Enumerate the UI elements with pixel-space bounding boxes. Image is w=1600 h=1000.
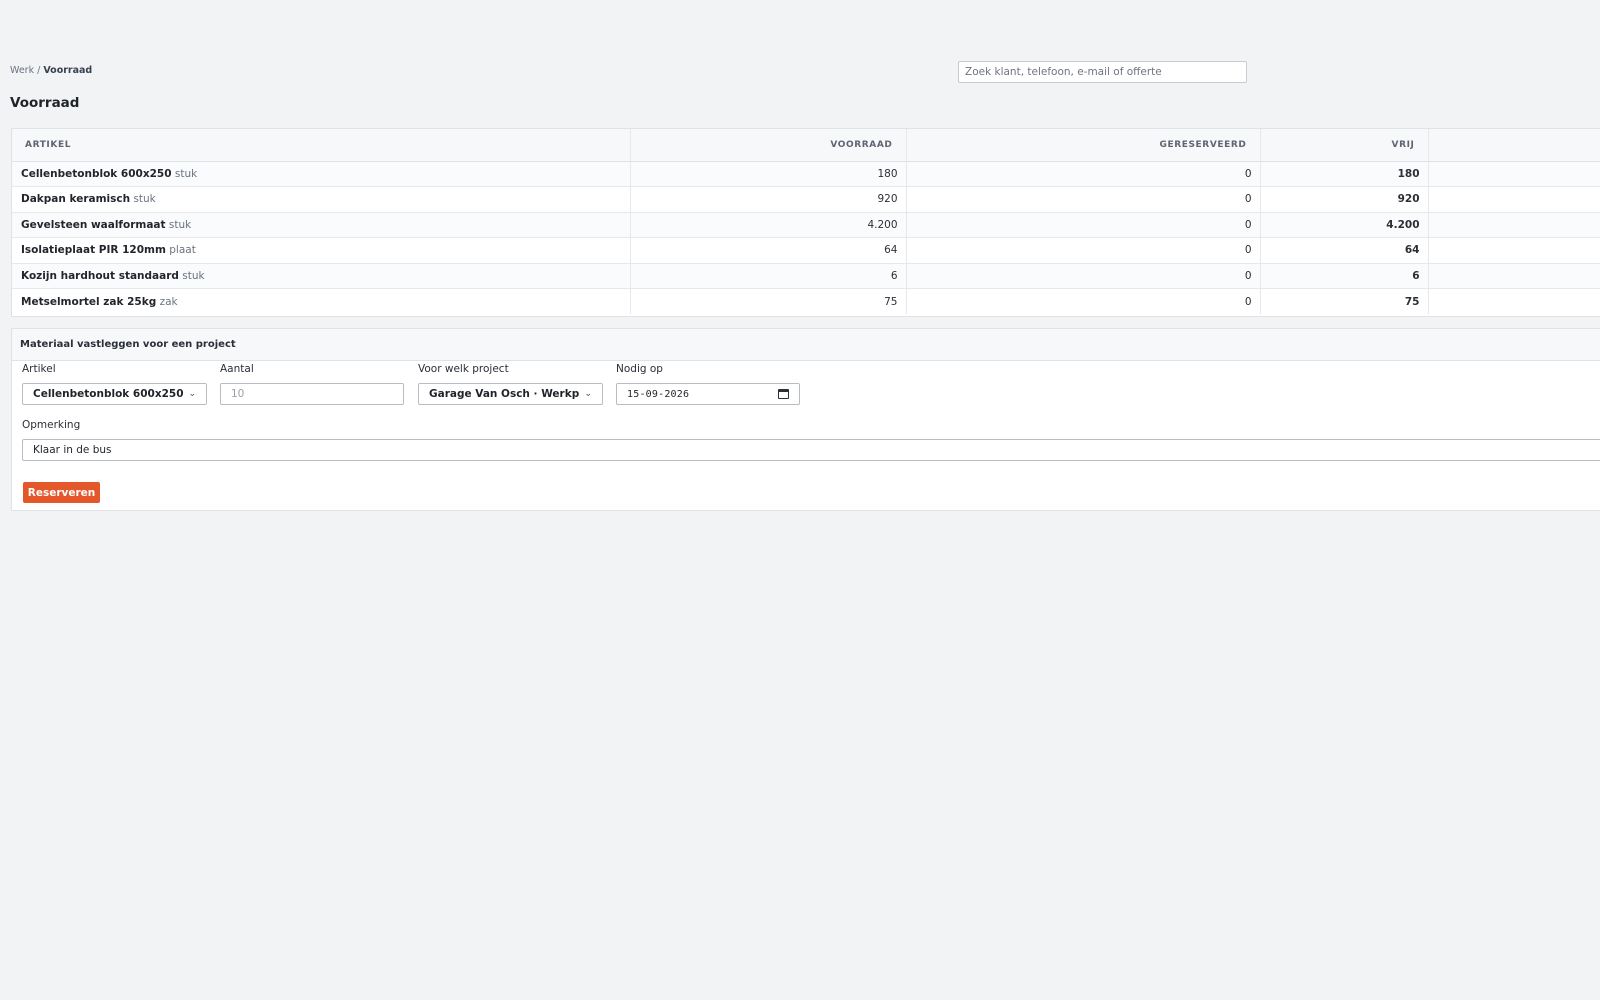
app-root: Werk / Voorraad Voorraad ARTIKEL VOORRAA… [0,0,1600,1000]
reserved-cell: 0 [906,237,1261,264]
article-select[interactable]: Cellenbetonblok 600x250 (... ⌄ [22,383,207,405]
column-header-spacer [1428,129,1600,162]
article-unit: stuk [174,167,198,180]
project-field-label: Voor welk project [418,363,509,375]
article-unit: stuk [168,218,192,231]
date-input-value: 15-09-2026 [627,388,690,400]
article-field-label: Artikel [22,363,56,375]
breadcrumb-parent[interactable]: Werk [10,65,34,76]
spacer-cell [1428,161,1600,187]
article-cell: Dakpan keramisch stuk [12,186,631,213]
table-row[interactable]: Dakpan keramisch stuk 920 0 920 [12,186,1600,213]
column-header-free[interactable]: VRIJ [1260,129,1429,162]
stock-table: ARTIKEL VOORRAAD GERESERVEERD VRIJ Celle… [12,129,1600,314]
spacer-cell [1428,237,1600,264]
free-cell: 75 [1260,288,1429,314]
quantity-field-label: Aantal [220,363,254,375]
article-unit: zak [159,295,178,308]
article-cell: Gevelsteen waalformaat stuk [12,212,631,238]
stock-cell: 180 [630,161,907,187]
article-cell: Isolatieplaat PIR 120mm plaat [12,237,631,264]
note-input-value: Klaar in de bus [33,444,112,456]
stock-cell: 920 [630,186,907,213]
table-row[interactable]: Isolatieplaat PIR 120mm plaat 64 0 64 [12,237,1600,264]
table-row[interactable]: Metselmortel zak 25kg zak 75 0 75 [12,288,1600,315]
article-name: Metselmortel zak 25kg [21,295,157,308]
breadcrumb: Werk / Voorraad [10,65,92,76]
column-header-article[interactable]: ARTIKEL [12,129,631,162]
panel-title: Materiaal vastleggen voor een project [12,329,1600,361]
article-unit: stuk [182,269,205,282]
stock-cell: 64 [630,237,907,264]
breadcrumb-separator: / [34,65,44,76]
quantity-placeholder: 10 [231,388,245,400]
article-unit: stuk [133,193,156,206]
reserved-cell: 0 [906,288,1261,314]
article-name: Dakpan keramisch [21,193,131,206]
search-input[interactable] [958,61,1247,83]
date-input[interactable]: 15-09-2026 [616,383,800,405]
free-cell: 4.200 [1260,212,1429,238]
free-cell: 64 [1260,237,1429,264]
table-header-row: ARTIKEL VOORRAAD GERESERVEERD VRIJ [12,129,1600,162]
project-select[interactable]: Garage Van Osch · Werkpla... ⌄ [418,383,603,405]
free-cell: 180 [1260,161,1429,187]
article-name: Kozijn hardhout standaard [21,269,179,282]
spacer-cell [1428,186,1600,213]
article-name: Gevelsteen waalformaat [21,218,166,231]
article-cell: Kozijn hardhout standaard stuk [12,263,631,289]
page-title: Voorraad [10,95,80,111]
article-cell: Metselmortel zak 25kg zak [12,288,631,314]
note-field-label: Opmerking [22,419,81,431]
breadcrumb-current: Voorraad [43,65,93,76]
reserved-cell: 0 [906,161,1261,187]
reserve-button[interactable]: Reserveren [23,482,100,503]
chevron-down-icon: ⌄ [188,389,196,399]
table-row[interactable]: Gevelsteen waalformaat stuk 4.200 0 4.20… [12,212,1600,238]
stock-table-card: ARTIKEL VOORRAAD GERESERVEERD VRIJ Celle… [11,128,1600,317]
stock-cell: 6 [630,263,907,289]
stock-cell: 4.200 [630,212,907,238]
reserved-cell: 0 [906,186,1261,213]
date-field-label: Nodig op [616,363,663,375]
reserved-cell: 0 [906,212,1261,238]
column-header-stock[interactable]: VOORRAAD [630,129,907,162]
project-select-value: Garage Van Osch · Werkpla... [429,388,580,400]
article-cell: Cellenbetonblok 600x250 stuk [12,161,631,187]
free-cell: 920 [1260,186,1429,213]
article-unit: plaat [169,244,196,257]
article-name: Cellenbetonblok 600x250 [21,167,172,180]
spacer-cell [1428,212,1600,238]
column-header-reserved[interactable]: GERESERVEERD [906,129,1261,162]
article-select-value: Cellenbetonblok 600x250 (... [33,388,184,400]
chevron-down-icon: ⌄ [584,389,592,399]
table-row[interactable]: Kozijn hardhout standaard stuk 6 0 6 [12,263,1600,289]
note-input[interactable]: Klaar in de bus [22,439,1600,461]
calendar-icon[interactable] [778,389,789,399]
spacer-cell [1428,289,1600,315]
reserve-material-panel: Materiaal vastleggen voor een project Ar… [11,328,1600,511]
article-name: Isolatieplaat PIR 120mm [21,244,166,257]
quantity-input[interactable]: 10 [220,383,404,405]
stock-cell: 75 [630,288,907,314]
spacer-cell [1428,263,1600,289]
free-cell: 6 [1260,263,1429,289]
reserved-cell: 0 [906,263,1261,289]
table-row[interactable]: Cellenbetonblok 600x250 stuk 180 0 180 [12,161,1600,187]
